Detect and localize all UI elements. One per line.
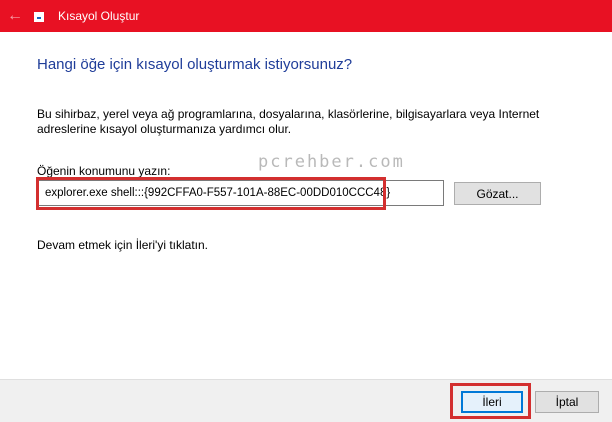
next-button[interactable]: İleri xyxy=(461,391,523,413)
location-label: Öğenin konumunu yazın: xyxy=(37,164,171,178)
window-title: Kısayol Oluştur xyxy=(58,9,140,23)
location-input-container xyxy=(36,180,444,206)
shortcut-icon xyxy=(34,12,44,22)
back-button[interactable]: ← xyxy=(0,0,30,32)
location-input[interactable] xyxy=(37,181,443,205)
cancel-button[interactable]: İptal xyxy=(535,391,599,413)
title-bar: ← Kısayol Oluştur xyxy=(0,0,612,32)
wizard-description: Bu sihirbaz, yerel veya ağ programlarına… xyxy=(37,107,540,136)
watermark: pcrehber.com xyxy=(258,152,405,172)
next-instruction: Devam etmek için İleri'yi tıklatın. xyxy=(37,238,209,252)
page-heading: Hangi öğe için kısayol oluşturmak istiyo… xyxy=(37,56,353,73)
arrow-left-icon: ← xyxy=(7,7,23,24)
browse-button[interactable]: Gözat... xyxy=(454,182,541,205)
